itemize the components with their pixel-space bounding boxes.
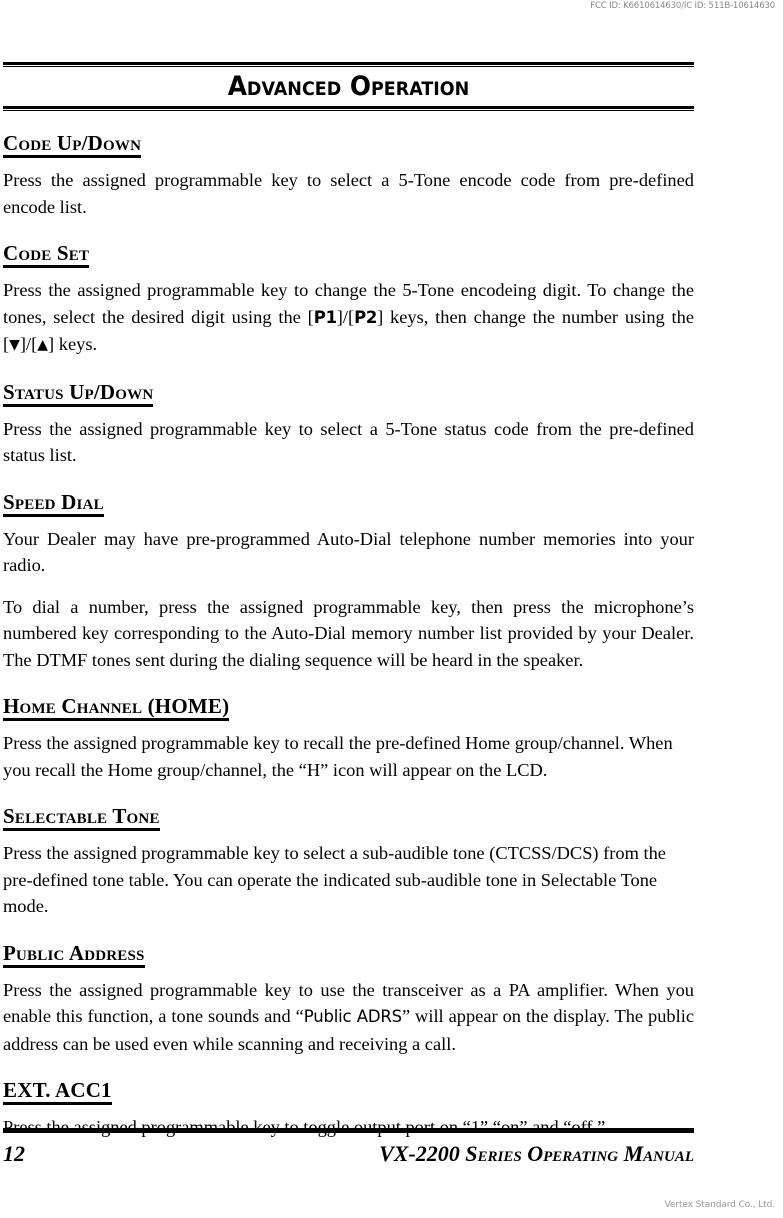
section-paragraph: Press the assigned programmable key to u… <box>3 977 694 1058</box>
section-heading-home-channel: Home Channel (HOME) <box>3 694 230 721</box>
paragraph-text-part: ]/[ <box>336 306 355 327</box>
section-code-up-down: Code Up/Down Press the assigned programm… <box>3 132 694 220</box>
section-public-address: Public Address Press the assigned progra… <box>3 942 694 1058</box>
section-heading-code-up-down: Code Up/Down <box>3 132 142 158</box>
section-selectable-tone: Selectable Tone Press the assigned progr… <box>3 805 694 920</box>
section-paragraph: Press the assigned programmable key to s… <box>3 170 694 217</box>
title-rule-bottom-thick <box>3 106 694 109</box>
section-paragraph: Press the assigned programmable key to r… <box>3 733 673 780</box>
section-paragraph: To dial a number, press the assigned pro… <box>3 596 694 670</box>
section-heading-selectable-tone: Selectable Tone <box>3 805 160 831</box>
section-home-channel: Home Channel (HOME) Press the assigned p… <box>3 695 694 783</box>
section-heading-keyword: (HOME) <box>147 694 230 718</box>
chapter-title-block: Advanced Operation <box>3 62 694 111</box>
paragraph-text-part: ] keys. <box>48 334 98 354</box>
manual-title: VX-2200 Series Operating Manual <box>379 1141 694 1166</box>
page-content: Advanced Operation Code Up/Down Press th… <box>3 0 694 1141</box>
company-label: Vertex Standard Co., Ltd. <box>664 1200 776 1210</box>
section-code-set: Code Set Press the assigned programmable… <box>3 242 694 359</box>
section-status-up-down: Status Up/Down Press the assigned progra… <box>3 381 694 469</box>
footer-row: 12 VX-2200 Series Operating Manual <box>3 1139 694 1173</box>
section-paragraph: Press the assigned programmable key to c… <box>3 277 694 359</box>
section-heading-ext-acc1: EXT. ACC1 <box>3 1079 112 1105</box>
paragraph-text-part: ]/[ <box>19 334 38 354</box>
page-number: 12 <box>3 1141 25 1166</box>
section-paragraph: Your Dealer may have pre-programmed Auto… <box>3 528 694 576</box>
title-rule-top-thick <box>3 62 694 65</box>
section-speed-dial: Speed Dial Your Dealer may have pre-prog… <box>3 491 694 674</box>
section-heading-text: Home Channel <box>3 694 148 718</box>
section-paragraph: Press the assigned programmable key to s… <box>3 418 694 466</box>
arrow-down-icon: ▼ <box>9 337 20 353</box>
section-heading-public-address: Public Address <box>3 942 145 968</box>
title-rule-bottom-thin <box>3 110 694 111</box>
section-paragraph: Press the assigned programmable key to s… <box>3 843 666 916</box>
key-label-p2: P2 <box>354 307 378 327</box>
arrow-up-icon: ▲ <box>37 337 49 353</box>
footer-rule <box>3 1128 694 1133</box>
section-heading-speed-dial: Speed Dial <box>3 491 104 517</box>
page-title: Advanced Operation <box>227 71 470 102</box>
key-label-p1: P1 <box>313 307 337 327</box>
section-heading-status-up-down: Status Up/Down <box>3 381 154 407</box>
manual-page: FCC ID: K6610614630/IC ID: 511B-10614630… <box>0 0 783 1218</box>
page-footer: 12 VX-2200 Series Operating Manual <box>3 1128 694 1173</box>
section-heading-code-set: Code Set <box>3 242 90 268</box>
lcd-display-text: Public ADRS <box>303 1007 402 1026</box>
